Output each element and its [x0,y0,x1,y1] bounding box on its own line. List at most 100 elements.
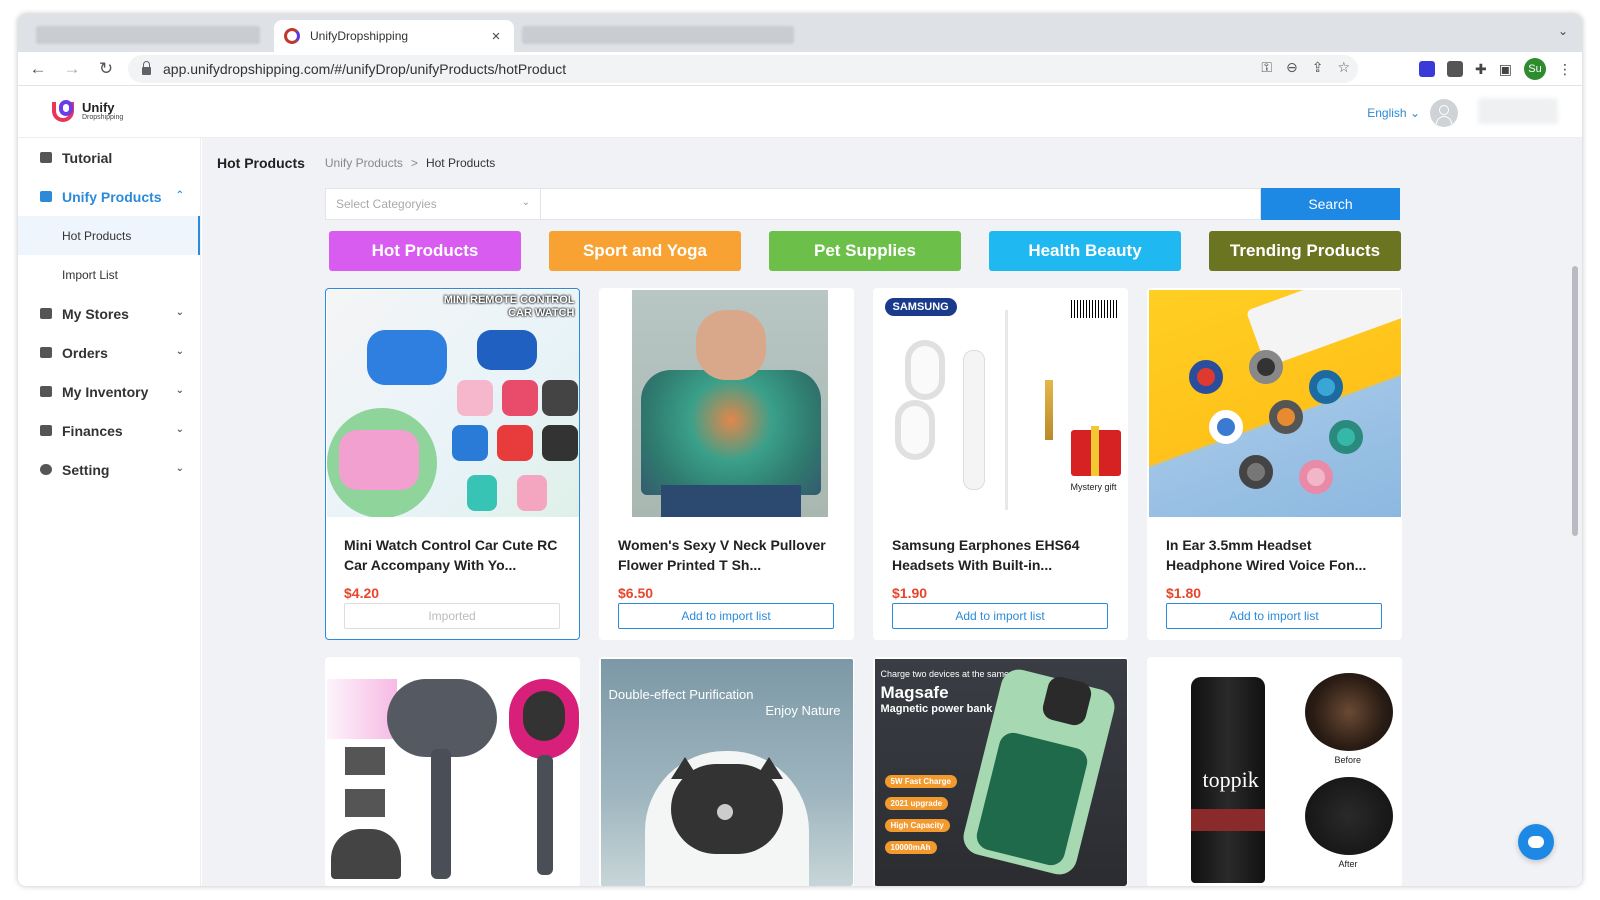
sidebar-item-label: Tutorial [62,149,113,166]
lock-icon[interactable] [142,61,151,75]
product-image[interactable]: toppik Before After [1148,659,1401,886]
extension-icon[interactable] [1419,61,1436,77]
logo-subtitle: Dropshipping [82,114,124,121]
url-text[interactable]: app.unifydropshipping.com/#/unifyDrop/un… [163,61,566,77]
main-content: Hot Products Unify Products > Hot Produc… [202,138,1582,886]
reload-icon[interactable]: ↻ [92,55,120,83]
category-pet-supplies-button[interactable]: Pet Supplies [769,231,961,271]
close-tab-icon[interactable]: × [488,28,504,45]
sidebar-item-tutorial[interactable]: Tutorial [18,138,200,177]
blurred-tab[interactable] [36,26,260,44]
zoom-icon[interactable]: ⊖ [1286,59,1298,76]
product-name[interactable]: Women's Sexy V Neck Pullover Flower Prin… [618,535,835,575]
language-selector[interactable]: English ⌄ [1367,106,1420,120]
category-sport-yoga-button[interactable]: Sport and Yoga [549,231,741,271]
profile-avatar[interactable]: Su [1524,58,1546,80]
product-image[interactable]: Double-effect Purification Enjoy Nature [600,659,853,886]
tab-title: UnifyDropshipping [310,29,409,43]
browser-menu-icon[interactable]: ⋮ [1558,61,1572,78]
app-header: Unify Dropshipping English ⌄ [18,86,1582,138]
chevron-down-icon: ⌄ [175,307,184,318]
category-hot-products-button[interactable]: Hot Products [329,231,521,271]
breadcrumb-parent[interactable]: Unify Products [325,156,403,170]
extensions-area: ✚ ▣ Su ⋮ [1419,58,1572,80]
category-buttons: Hot Products Sport and Yoga Pet Supplies… [329,231,1401,271]
sidebar-item-unify-products[interactable]: Unify Products ⌃ [18,177,200,216]
add-to-import-list-button[interactable]: Add to import list [1166,603,1382,629]
grid-icon [40,191,52,202]
sidebar-item-finances[interactable]: Finances ⌄ [18,411,200,450]
sidebar-item-my-inventory[interactable]: My Inventory ⌄ [18,372,200,411]
product-name[interactable]: Mini Watch Control Car Cute RC Car Accom… [344,535,561,575]
product-card[interactable]: toppik Before After [1147,657,1402,886]
category-placeholder: Select Categoryies [336,197,437,211]
sidebar-item-label: Orders [62,344,108,361]
product-image[interactable]: Charge two devices at the same time Mags… [874,659,1127,886]
product-name[interactable]: Samsung Earphones EHS64 Headsets With Bu… [892,535,1109,575]
chat-icon [1528,836,1544,848]
unify-favicon-icon [284,28,300,44]
product-card[interactable]: Double-effect Purification Enjoy Nature [599,657,854,886]
product-name[interactable]: In Ear 3.5mm Headset Headphone Wired Voi… [1166,535,1383,575]
chat-support-button[interactable] [1518,824,1554,860]
search-row: Select Categoryies ⌄ Search [325,188,1400,220]
product-image[interactable] [326,659,579,886]
search-button[interactable]: Search [1261,188,1400,220]
page-scrollbar[interactable] [1572,266,1578,536]
side-panel-icon[interactable]: ▣ [1499,61,1512,78]
unify-logo[interactable]: Unify Dropshipping [50,98,123,124]
product-card[interactable]: SAMSUNG Mystery gift Samsung Earphones E… [873,288,1128,640]
product-price: $1.80 [1166,585,1202,601]
logo-name: Unify [82,100,115,115]
product-image[interactable] [600,290,853,517]
sidebar-item-label: Finances [62,422,123,439]
sidebar: Tutorial Unify Products ⌃ Hot Products I… [18,138,201,886]
category-health-beauty-button[interactable]: Health Beauty [989,231,1181,271]
translate-extension-icon[interactable] [1447,61,1464,77]
puzzle-extensions-icon[interactable]: ✚ [1475,61,1487,78]
sidebar-item-orders[interactable]: Orders ⌄ [18,333,200,372]
forward-icon[interactable]: → [58,55,86,83]
blurred-username[interactable] [1478,98,1558,124]
add-to-import-list-button[interactable]: Add to import list [618,603,834,629]
product-image[interactable]: MINI REMOTE CONTROL CAR WATCH [326,290,579,517]
sidebar-item-my-stores[interactable]: My Stores ⌄ [18,294,200,333]
category-trending-products-button[interactable]: Trending Products [1209,231,1401,271]
sidebar-subitem-hot-products[interactable]: Hot Products [18,216,200,255]
omnibox-actions: ⚿ ⊖ ⇪ ☆ [1261,59,1350,76]
chevron-up-icon: ⌃ [175,190,184,201]
product-card[interactable]: MINI REMOTE CONTROL CAR WATCH Mini Watch… [325,288,580,640]
user-avatar-icon[interactable] [1430,99,1458,127]
bookmark-star-icon[interactable]: ☆ [1337,59,1350,76]
breadcrumb-current: Hot Products [425,156,496,170]
tab-unify[interactable]: UnifyDropshipping × [274,20,514,52]
chevron-down-icon: ⌄ [521,197,530,208]
product-image-caption: Double-effect Purification [608,687,754,702]
imported-button[interactable]: Imported [344,603,560,629]
back-icon[interactable]: ← [24,55,52,83]
category-select[interactable]: Select Categoryies ⌄ [325,188,541,220]
store-icon [40,308,52,319]
sidebar-subitem-import-list[interactable]: Import List [18,255,200,294]
tab-search-chevron-icon[interactable]: ⌄ [1558,24,1568,38]
sidebar-item-label: My Stores [62,305,129,322]
sidebar-item-setting[interactable]: Setting ⌄ [18,450,200,489]
address-bar[interactable]: app.unifydropshipping.com/#/unifyDrop/un… [128,55,1358,83]
sidebar-item-label: My Inventory [62,383,149,400]
key-icon[interactable]: ⚿ [1261,59,1272,76]
search-input[interactable] [541,188,1261,220]
product-card[interactable] [325,657,580,886]
add-to-import-list-button[interactable]: Add to import list [892,603,1108,629]
before-label: Before [1334,755,1362,765]
share-icon[interactable]: ⇪ [1312,59,1324,76]
product-card[interactable]: Charge two devices at the same time Mags… [873,657,1128,886]
feature-badge: 5W Fast Charge [884,775,957,788]
product-image[interactable]: SAMSUNG Mystery gift [874,290,1127,517]
product-card[interactable]: Women's Sexy V Neck Pullover Flower Prin… [599,288,854,640]
product-card[interactable]: In Ear 3.5mm Headset Headphone Wired Voi… [1147,288,1402,640]
product-image[interactable] [1148,290,1401,517]
blurred-tab[interactable] [522,26,794,44]
browser-toolbar: ← → ↻ app.unifydropshipping.com/#/unifyD… [18,52,1582,86]
feature-badge: 2021 upgrade [884,797,949,810]
product-price: $6.50 [618,585,654,601]
